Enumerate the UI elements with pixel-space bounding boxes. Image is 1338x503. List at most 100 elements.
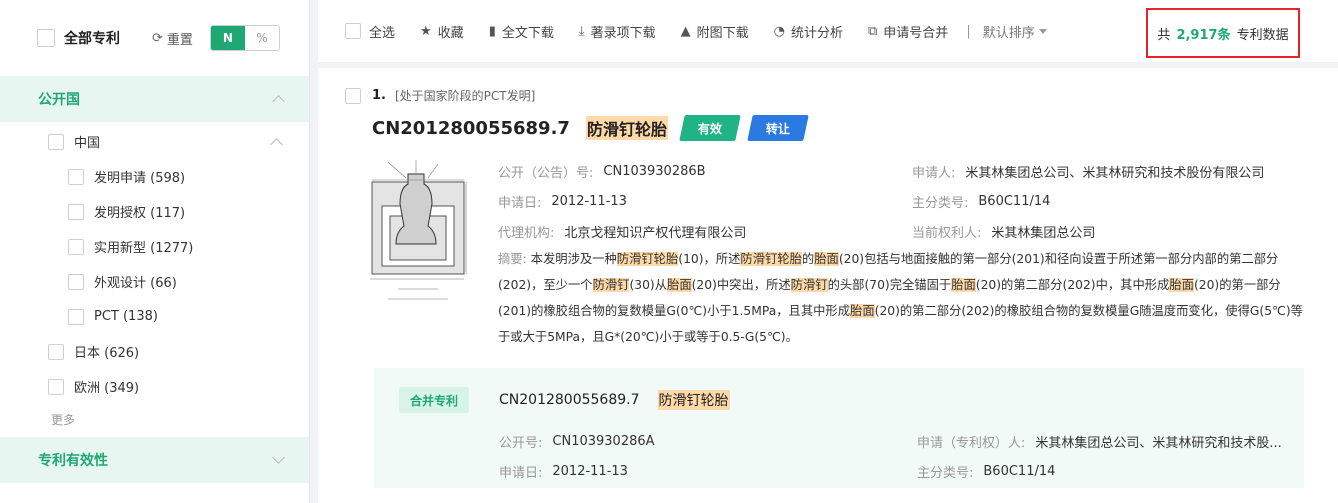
stats-label: 统计分析	[790, 25, 843, 41]
document-icon: ▮	[488, 23, 496, 39]
tree-item-label: 日本 (626)	[74, 346, 140, 361]
owner-value: 米其林集团总公司	[991, 225, 1096, 241]
merged-app-date-label: 申请日:	[499, 465, 543, 481]
tree-item-label: 实用新型 (1277)	[94, 241, 194, 256]
favorite-label: 收藏	[437, 25, 464, 41]
abstract-highlight: 胎面	[1169, 278, 1194, 292]
result-count: 共 2,917条 专利数据	[1146, 8, 1300, 58]
toggle-percent[interactable]: %	[244, 26, 279, 50]
figure-download-button[interactable]: ▲ 附图下载	[681, 22, 749, 41]
checkbox[interactable]	[68, 203, 84, 220]
tree-item[interactable]: 发明授权 (117)	[0, 194, 309, 229]
count-mode-toggle[interactable]: N %	[209, 25, 280, 51]
abstract-highlight: 防滑钉	[790, 278, 828, 292]
abstract-highlight: 防滑钉轮胎	[740, 252, 802, 266]
biblio-download-button[interactable]: ⤓ 著录项下载	[579, 22, 656, 41]
tree-item[interactable]: 实用新型 (1277)	[0, 229, 309, 264]
toggle-number[interactable]: N	[210, 26, 245, 50]
merged-patent-panel: 合并专利 CN201280055689.7 防滑钉轮胎 公开号: CN103930…	[374, 368, 1304, 488]
abstract-highlight: 防滑钉轮胎	[616, 252, 679, 266]
merged-title-row: CN201280055689.7 防滑钉轮胎	[499, 387, 730, 413]
merged-ipc-value: B60C11/14	[983, 463, 1056, 479]
results-panel: 全选 ★ 收藏 ▮ 全文下载 ⤓ 著录项下载 ▲ 附图下载 ◔ 统计分析 ⧉ 申…	[318, 0, 1338, 503]
select-all-patents-checkbox[interactable]	[37, 29, 55, 47]
patent-title-link[interactable]: 防滑钉轮胎	[585, 116, 668, 140]
filter-group-validity[interactable]: 专利有效性	[0, 437, 309, 483]
abstract-highlight: 胎面	[951, 278, 976, 292]
stats-button[interactable]: ◔ 统计分析	[774, 22, 843, 41]
more-link[interactable]: 更多	[0, 404, 309, 434]
reset-label: 重置	[166, 32, 193, 48]
badge-label: 有效	[697, 121, 722, 136]
chevron-up-icon[interactable]	[270, 137, 283, 151]
abstract-segment: (10)，所述	[678, 252, 741, 266]
merged-pub-label: 公开号:	[499, 435, 543, 451]
merged-patent-number-link[interactable]: CN201280055689.7	[499, 392, 640, 408]
result-checkbox[interactable]	[345, 87, 361, 104]
abstract-segment: 的	[801, 252, 815, 266]
result-meta-right: 申请人: 米其林集团总公司、米其林研究和技术股份有限公司 主分类号: B60C11/…	[912, 156, 1264, 246]
status-badge-valid: 有效	[679, 115, 741, 141]
owner-label: 当前权利人:	[912, 225, 982, 241]
merged-meta-right: 申请（专利权）人: 米其林集团总公司、米其林研究和技术股... 主分类号: B60C…	[917, 426, 1297, 486]
merge-button[interactable]: ⧉ 申请号合并	[868, 22, 948, 41]
count-suffix: 专利数据	[1236, 27, 1289, 43]
abstract-highlight: 胎面	[850, 304, 875, 318]
app-date-value: 2012-11-13	[551, 193, 627, 209]
result-title-row: CN201280055689.7 防滑钉轮胎 有效 转让	[372, 115, 809, 141]
merged-patent-title-link[interactable]: 防滑钉轮胎	[657, 390, 730, 410]
tree-item-label: 中国	[74, 136, 101, 151]
pie-chart-icon: ◔	[773, 23, 785, 39]
merged-app-date-value: 2012-11-13	[552, 463, 628, 479]
checkbox[interactable]	[68, 238, 84, 255]
checkbox[interactable]	[68, 273, 84, 290]
tree-item[interactable]: 外观设计 (66)	[0, 264, 309, 299]
checkbox[interactable]	[68, 168, 84, 185]
app-date-label: 申请日:	[498, 195, 542, 211]
country-tree: 中国 发明申请 (598) 发明授权 (117) 实用新型 (1277) 外观设…	[0, 122, 309, 434]
reset-button[interactable]: ⟳ 重置	[152, 29, 193, 48]
chevron-up-icon[interactable]	[272, 95, 285, 108]
select-all-button[interactable]: 全选	[345, 22, 395, 41]
merge-label: 申请号合并	[883, 25, 949, 41]
merged-applicant-value: 米其林集团总公司、米其林研究和技术股...	[1035, 435, 1282, 451]
tree-item-label: PCT (138)	[94, 309, 158, 324]
favorite-button[interactable]: ★ 收藏	[420, 22, 464, 41]
agency-label: 代理机构:	[498, 225, 555, 241]
patent-drawing-thumbnail[interactable]	[368, 154, 468, 310]
image-icon: ▲	[680, 23, 691, 39]
patent-number-link[interactable]: CN201280055689.7	[372, 118, 570, 139]
tree-item[interactable]: PCT (138)	[0, 299, 309, 334]
agency-value: 北京戈程知识产权代理有限公司	[564, 225, 747, 241]
ipc-label: 主分类号:	[912, 195, 969, 211]
filter-group-country[interactable]: 公开国	[0, 76, 309, 122]
result-card: 1. [处于国家阶段的PCT发明] CN201280055689.7 防滑钉轮胎…	[318, 68, 1338, 503]
abstract-segment: 的头部(70)完全锚固于	[827, 278, 952, 292]
sort-label: 默认排序	[982, 25, 1035, 41]
applicant-label: 申请人:	[912, 165, 956, 181]
sort-dropdown[interactable]: 默认排序	[983, 22, 1047, 41]
tree-item[interactable]: 发明申请 (598)	[0, 159, 309, 194]
tree-item-china[interactable]: 中国	[0, 124, 309, 159]
checkbox[interactable]	[48, 133, 64, 150]
count-prefix: 共	[1157, 27, 1171, 43]
divider: |	[966, 23, 971, 39]
chevron-down-icon[interactable]	[272, 451, 285, 464]
biblio-download-label: 著录项下载	[590, 25, 656, 41]
tree-item-label: 欧洲 (349)	[74, 381, 140, 396]
refresh-icon: ⟳	[152, 30, 163, 46]
checkbox[interactable]	[48, 343, 64, 360]
download-icon: ⤓	[578, 23, 585, 39]
abstract-highlight: 防滑钉	[592, 278, 630, 292]
checkbox[interactable]	[48, 378, 64, 395]
merged-meta-left: 公开号: CN103930286A 申请日: 2012-11-13	[499, 426, 655, 486]
filter-group-title: 专利有效性	[38, 453, 108, 469]
tree-item-europe[interactable]: 欧洲 (349)	[0, 369, 309, 404]
select-all-checkbox[interactable]	[345, 23, 361, 39]
checkbox[interactable]	[68, 308, 84, 325]
fulltext-download-button[interactable]: ▮ 全文下载	[489, 22, 554, 41]
abstract-segment: (30)从	[629, 278, 668, 292]
tree-item-japan[interactable]: 日本 (626)	[0, 334, 309, 369]
result-meta-left: 公开（公告）号: CN103930286B 申请日: 2012-11-13 代理机构…	[498, 156, 746, 246]
all-patents-label: 全部专利	[64, 31, 120, 47]
